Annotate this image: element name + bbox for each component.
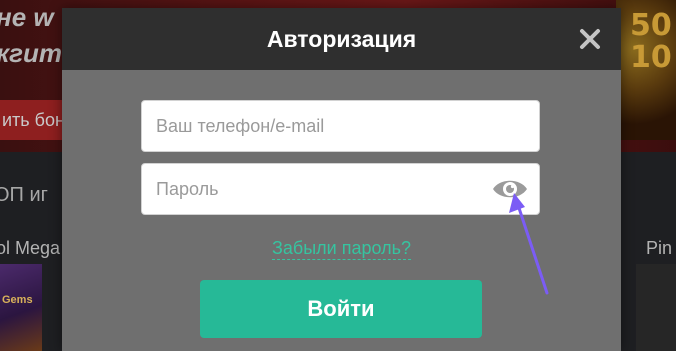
auth-modal: Авторизация Забыли пароль? Войти [62, 8, 621, 351]
eye-icon [493, 180, 527, 198]
background-game-thumbnail: Gems [0, 264, 42, 351]
background-deco-digits: 50 10 [630, 8, 672, 75]
close-button[interactable] [575, 24, 605, 54]
forgot-password-container: Забыли пароль? [62, 237, 621, 260]
screen: не w кгите ить бон 50 10 ОП иг ol Mega P… [0, 0, 676, 351]
modal-header: Авторизация [62, 8, 621, 70]
background-game-title-left: ol Mega [0, 238, 61, 258]
close-icon [580, 29, 600, 49]
background-thumbnail-label: Gems [2, 294, 33, 306]
background-banner-line-1: не w [0, 2, 54, 32]
forgot-password-link[interactable]: Забыли пароль? [272, 238, 411, 260]
background-section-heading: ОП иг [0, 184, 48, 206]
password-input[interactable] [141, 163, 540, 215]
background-game-thumbnail-right [636, 264, 676, 351]
background-game-title-right: Pin [646, 238, 673, 258]
modal-title: Авторизация [266, 26, 417, 52]
login-submit-button[interactable]: Войти [200, 280, 482, 338]
background-casino-decoration: 50 10 [616, 0, 676, 140]
show-password-button[interactable] [491, 177, 529, 201]
login-input[interactable] [141, 100, 540, 152]
